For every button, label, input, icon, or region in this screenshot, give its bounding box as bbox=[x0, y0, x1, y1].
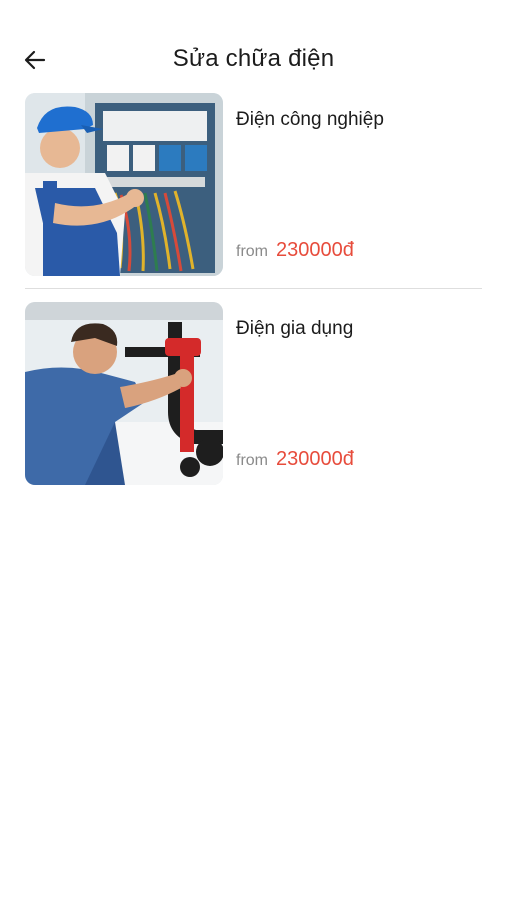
service-list: Điện công nghiệp from 230000đ Điện gia d… bbox=[0, 93, 507, 498]
service-price: 230000đ bbox=[276, 239, 354, 261]
service-title: Điện công nghiệp bbox=[236, 109, 384, 130]
app-header: Sửa chữa điện bbox=[0, 38, 507, 82]
plumber-wrench-photo bbox=[25, 302, 223, 485]
service-item-dien-cong-nghiep[interactable]: Điện công nghiệp from 230000đ bbox=[0, 93, 507, 289]
service-price: 230000đ bbox=[276, 448, 354, 470]
price-row: from 230000đ bbox=[236, 239, 354, 262]
from-label: from bbox=[236, 452, 268, 469]
from-label: from bbox=[236, 243, 268, 260]
service-item-dien-gia-dung[interactable]: Điện gia dụng from 230000đ bbox=[0, 302, 507, 498]
divider bbox=[25, 288, 482, 289]
service-title: Điện gia dụng bbox=[236, 318, 354, 339]
price-row: from 230000đ bbox=[236, 448, 354, 471]
page-title: Sửa chữa điện bbox=[172, 45, 335, 72]
electrician-panel-photo bbox=[25, 93, 223, 276]
